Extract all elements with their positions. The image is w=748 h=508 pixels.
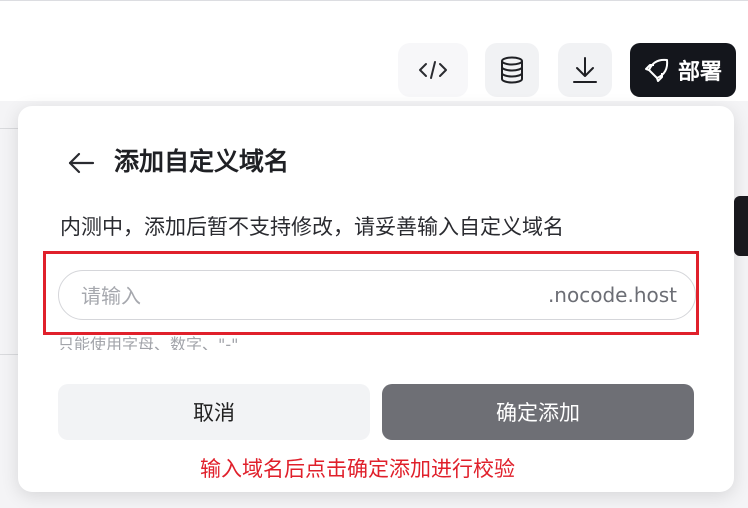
top-toolbar: 部署 [0,0,748,101]
code-view-button[interactable] [398,43,468,97]
rocket-icon [644,58,669,82]
database-button[interactable] [485,43,539,97]
annotation-note: 输入域名后点击确定添加进行校验 [200,457,515,481]
dialog-title: 添加自定义域名 [114,147,290,176]
deploy-button[interactable]: 部署 [630,43,736,97]
input-hint: 只能使用字母、数字、"-" [58,335,239,350]
deploy-label: 部署 [677,60,722,85]
dialog-description: 内测中，添加后暂不支持修改，请妥善输入自定义域名 [60,215,564,239]
background-edge [734,196,748,256]
database-icon [501,56,523,84]
annotation-highlight-box [43,251,699,335]
background-divider [0,354,20,355]
confirm-add-button[interactable]: 确定添加 [382,384,694,440]
back-arrow-icon[interactable] [66,148,96,178]
download-button[interactable] [558,43,612,97]
cancel-button[interactable]: 取消 [58,384,370,440]
download-icon [573,57,597,83]
code-icon [419,61,447,79]
background-divider [0,128,20,129]
